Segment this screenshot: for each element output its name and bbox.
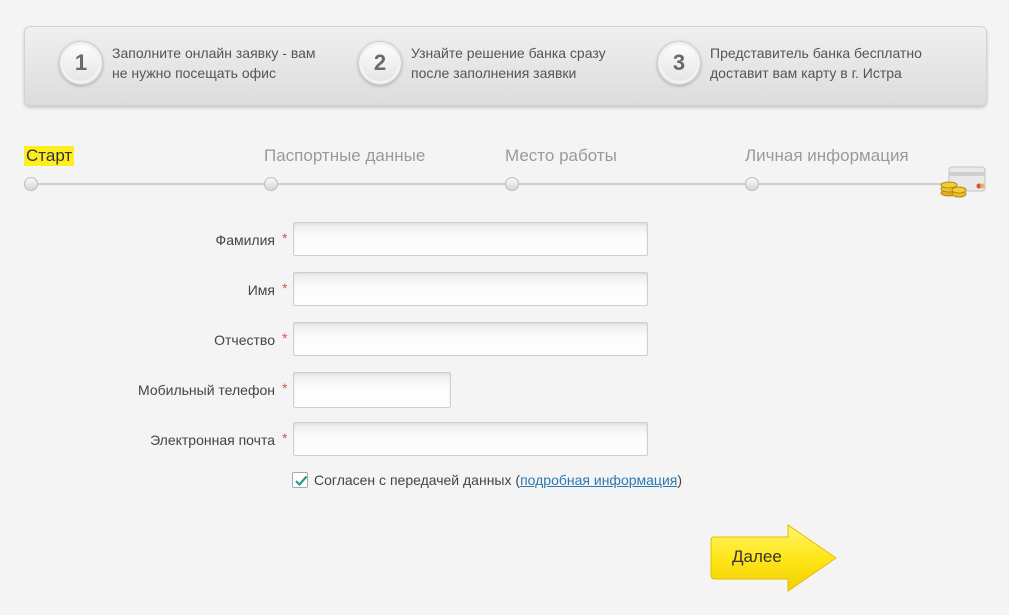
stage-dot-start: [24, 177, 38, 191]
step-3-text: Представитель банка бесплатно доставит в…: [710, 45, 922, 81]
step-3-number: 3: [657, 41, 701, 85]
step-2-text: Узнайте решение банка сразу после заполн…: [411, 45, 606, 81]
phone-label: Мобильный телефон: [138, 382, 275, 398]
stage-dot-work: [505, 177, 519, 191]
firstname-input[interactable]: [293, 272, 648, 306]
lastname-label: Фамилия: [215, 232, 275, 248]
stage-label-start: Старт: [24, 146, 75, 166]
required-mark: *: [282, 280, 288, 296]
stage-dot-passport: [264, 177, 278, 191]
progress-track: [30, 183, 950, 185]
stage-label-passport: Паспортные данные: [264, 146, 426, 165]
step-1-number: 1: [59, 41, 103, 85]
stage-label-work: Место работы: [505, 146, 617, 165]
steps-banner: 1 Заполните онлайн заявку - вам не нужно…: [24, 26, 987, 106]
lastname-input[interactable]: [293, 222, 648, 256]
step-2-number: 2: [358, 41, 402, 85]
firstname-label: Имя: [247, 282, 275, 298]
details-link[interactable]: подробная информация: [520, 472, 677, 488]
consent-text-before: Согласен с передачей данных (: [314, 472, 521, 488]
required-mark: *: [282, 430, 288, 446]
checkmark-icon: [295, 475, 308, 487]
card-coins-icon: [940, 166, 986, 198]
required-mark: *: [282, 230, 288, 246]
consent-text-after: ): [677, 472, 683, 488]
next-button-label: Далее: [732, 547, 782, 566]
patronymic-label: Отчество: [214, 332, 275, 348]
required-mark: *: [282, 330, 288, 346]
required-mark: *: [282, 380, 288, 396]
email-input[interactable]: [293, 422, 648, 456]
patronymic-input[interactable]: [293, 322, 648, 356]
phone-input[interactable]: [293, 372, 451, 408]
step-1-text: Заполните онлайн заявку - вам не нужно п…: [112, 45, 316, 81]
consent-checkbox[interactable]: [292, 472, 308, 488]
next-button[interactable]: Далее: [710, 523, 838, 593]
email-label: Электронная почта: [150, 432, 275, 448]
stage-label-personal: Личная информация: [745, 146, 909, 165]
stage-dot-personal: [745, 177, 759, 191]
consent-text: Согласен с передачей данных (подробная и…: [314, 472, 682, 488]
